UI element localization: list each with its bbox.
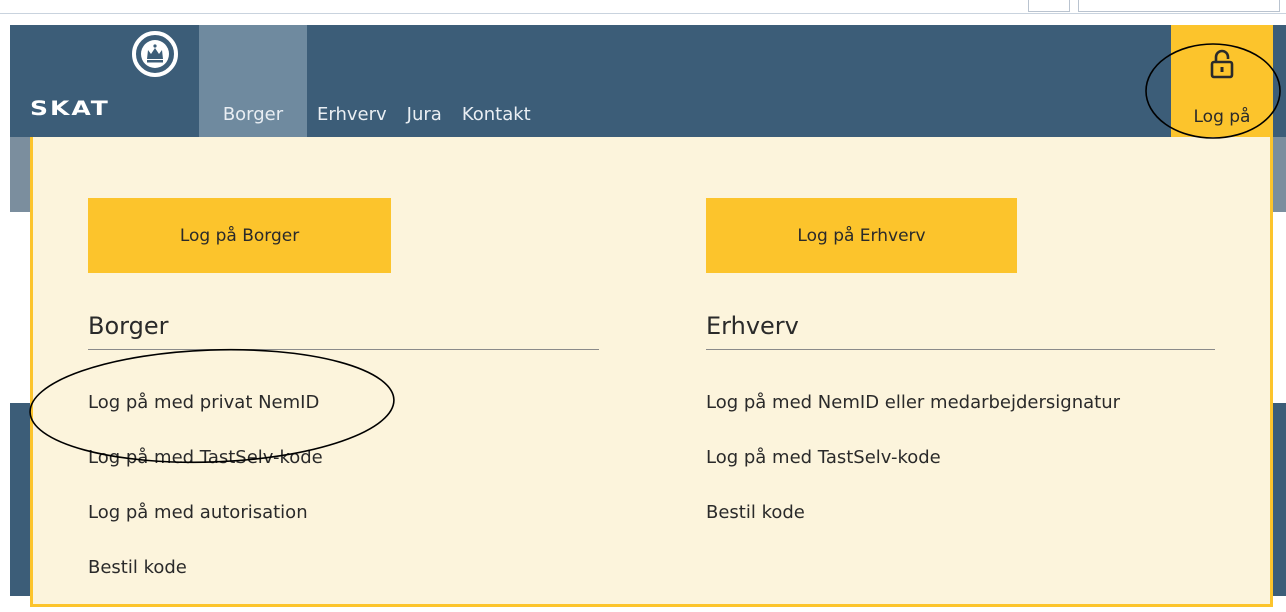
- page-band: [1273, 137, 1286, 212]
- browser-control[interactable]: [1028, 0, 1070, 12]
- erhverv-heading: Erhverv: [706, 312, 799, 340]
- nav-item-borger[interactable]: Borger: [199, 25, 307, 137]
- log-in-borger-button[interactable]: Log på Borger: [88, 198, 391, 273]
- site-header: SKAT Borger Erhverv Jura Kontakt: [10, 25, 1286, 137]
- annotation-ellipse-nemid: [29, 348, 395, 464]
- link-order-code-erhverv[interactable]: Bestil kode: [706, 502, 1120, 557]
- browser-search-box[interactable]: [1078, 0, 1280, 12]
- nav-item-jura[interactable]: Jura: [397, 25, 452, 137]
- link-nemid-medarbejdersignatur[interactable]: Log på med NemID eller medarbejdersignat…: [706, 392, 1120, 447]
- crown-logo-icon: [132, 31, 178, 77]
- erhverv-links: Log på med NemID eller medarbejdersignat…: [706, 392, 1120, 557]
- annotation-ellipse-login: [1145, 43, 1281, 139]
- link-order-code-borger[interactable]: Bestil kode: [88, 557, 323, 612]
- nav-item-kontakt[interactable]: Kontakt: [452, 25, 541, 137]
- borger-heading: Borger: [88, 312, 169, 340]
- page-band: [1273, 403, 1286, 596]
- link-autorisation[interactable]: Log på med autorisation: [88, 502, 323, 557]
- page-band: [10, 137, 30, 212]
- divider: [706, 349, 1215, 350]
- main-nav: Borger Erhverv Jura Kontakt: [199, 25, 541, 137]
- skat-logo[interactable]: SKAT: [30, 25, 178, 137]
- browser-toolbar-strip: [0, 0, 1286, 14]
- logo-text: SKAT: [30, 97, 110, 120]
- link-tastselv-erhverv[interactable]: Log på med TastSelv-kode: [706, 447, 1120, 502]
- log-in-erhverv-button[interactable]: Log på Erhverv: [706, 198, 1017, 273]
- nav-item-erhverv[interactable]: Erhverv: [307, 25, 397, 137]
